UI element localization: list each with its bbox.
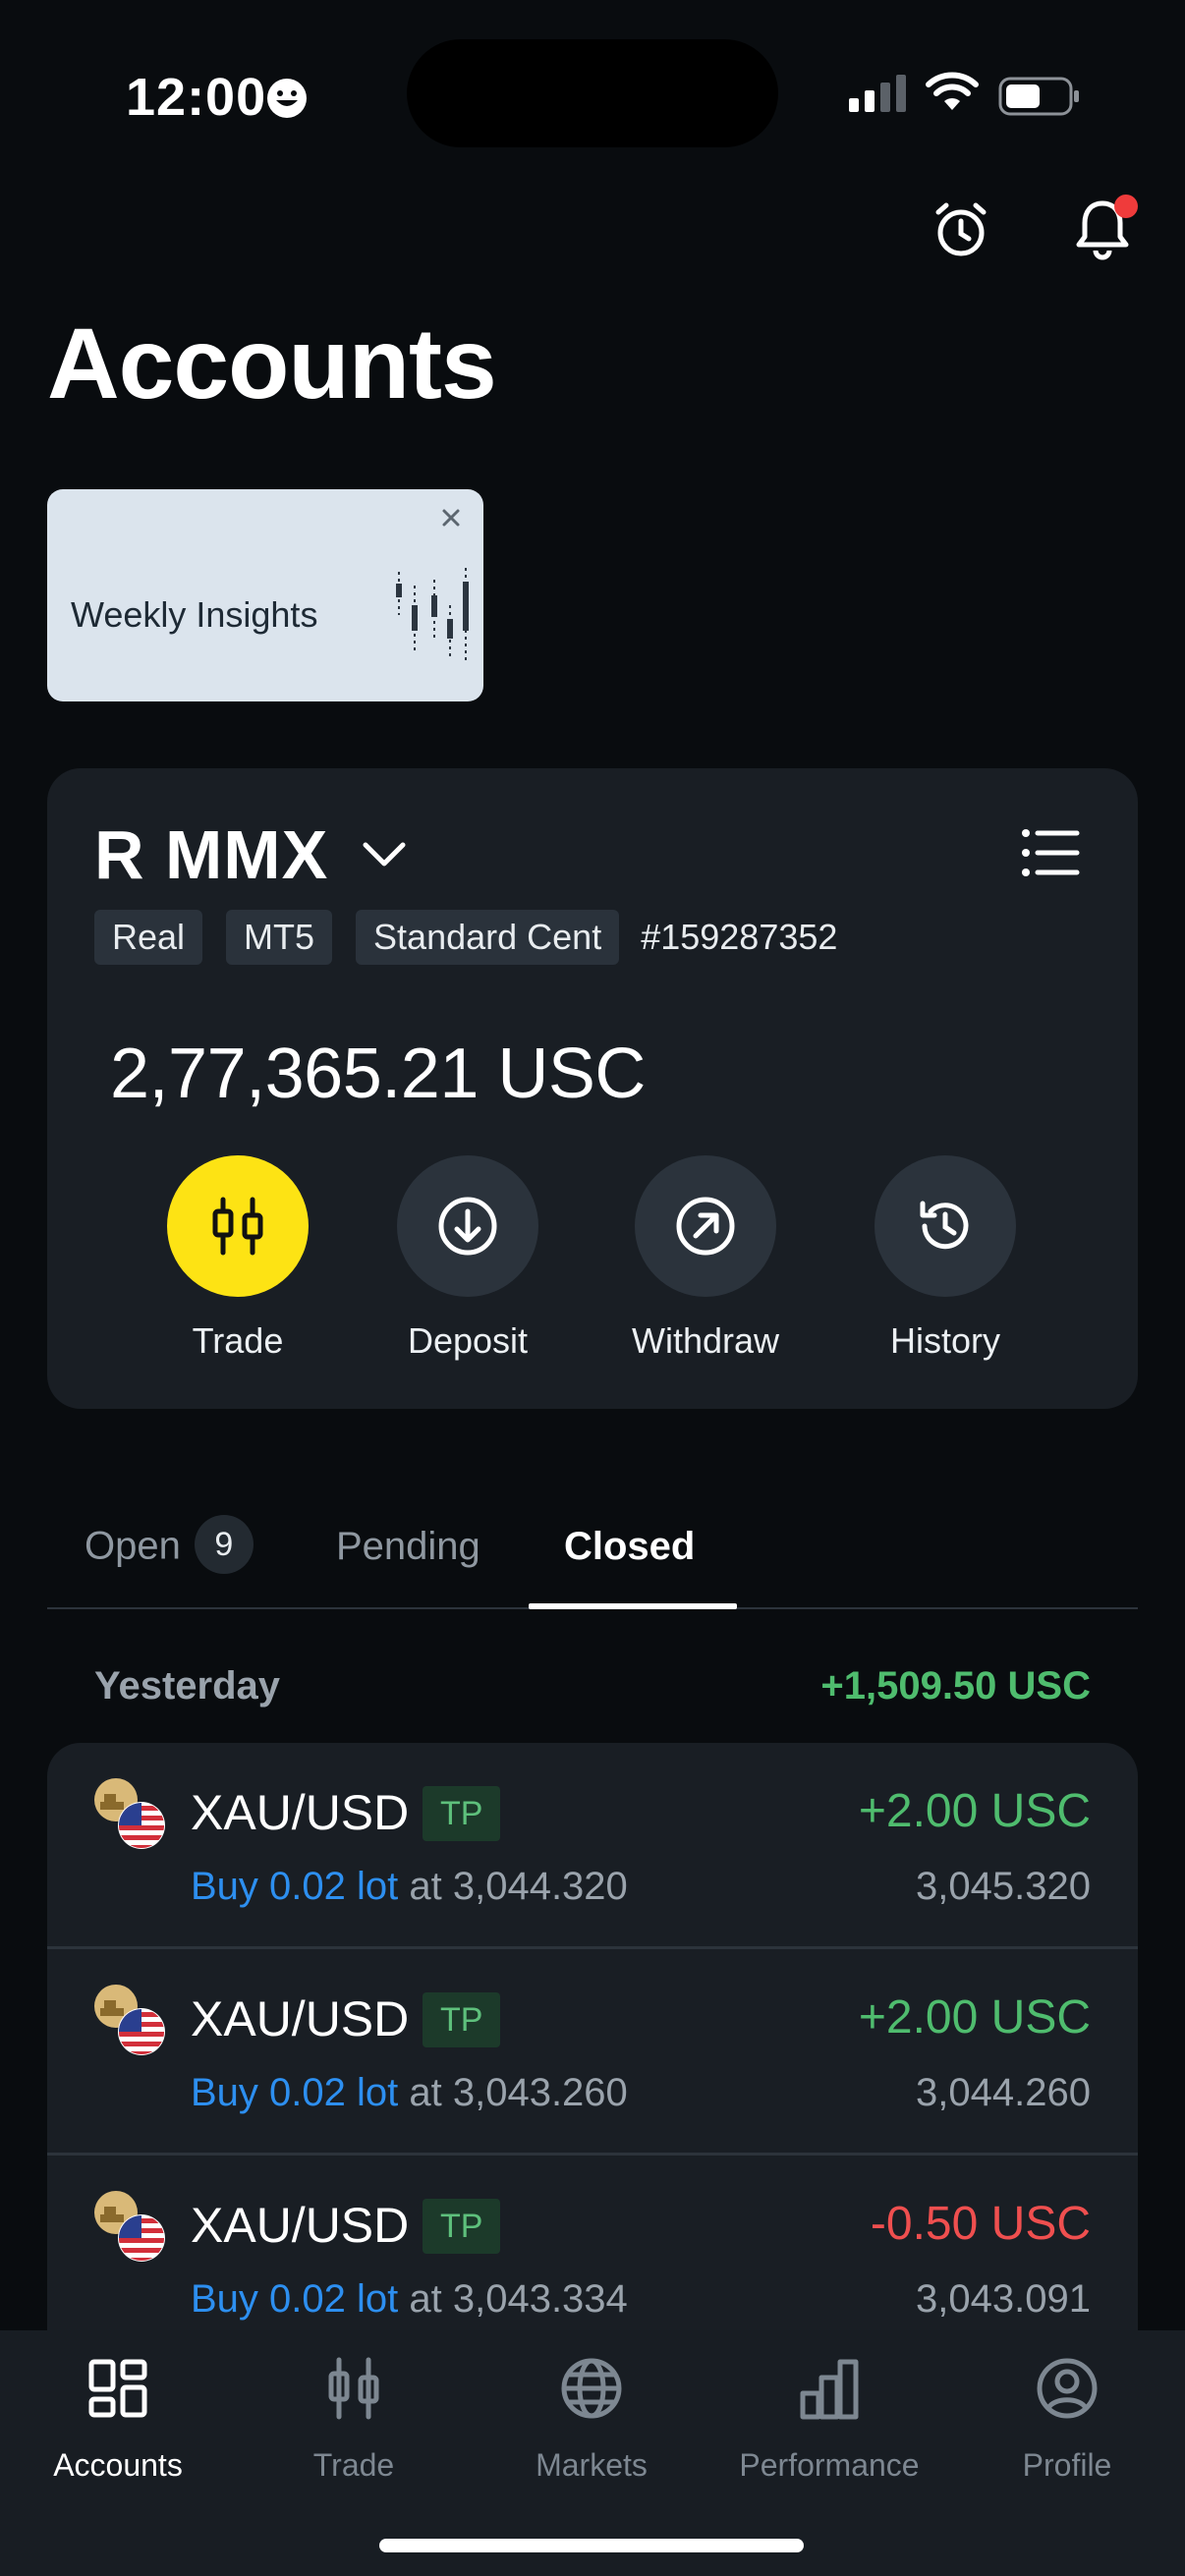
bar-chart-icon: [800, 2359, 859, 2420]
deposit-label: Deposit: [407, 1320, 529, 1361]
nav-profile-label: Profile: [1022, 2447, 1112, 2483]
home-indicator[interactable]: [379, 2539, 804, 2552]
weekly-insights-card[interactable]: Weekly Insights: [47, 489, 483, 701]
trade-open-price: at 3,044.320: [409, 1865, 628, 1908]
download-circle-icon: [438, 1197, 497, 1256]
trade-side: Buy 0.02 lot: [191, 2071, 399, 2114]
nav-accounts[interactable]: Accounts: [0, 2354, 236, 2484]
nav-markets[interactable]: Markets: [474, 2354, 709, 2484]
nav-accounts-label: Accounts: [53, 2447, 183, 2483]
chevron-down-icon[interactable]: [360, 835, 409, 874]
status-bar: 12:00: [0, 0, 1185, 187]
nav-trade-label: Trade: [312, 2447, 395, 2483]
tab-closed[interactable]: Closed: [564, 1525, 695, 1569]
trade-icon: [212, 1197, 263, 1256]
alarm-button[interactable]: [926, 195, 996, 265]
withdraw-button[interactable]: Withdraw: [597, 1155, 814, 1362]
trade-detail: Buy 0.02 lot at 3,044.320: [191, 1865, 628, 1909]
trade-close-price: 3,044.260: [916, 2071, 1091, 2114]
status-time: 12:00: [126, 68, 267, 127]
tp-badge: TP: [423, 1992, 501, 2047]
account-balance: 2,77,365.21 USC: [110, 1035, 646, 1113]
deposit-button[interactable]: Deposit: [360, 1155, 576, 1362]
trade-row[interactable]: XAU/USD TP +2.00 USC Buy 0.02 lot at 3,0…: [47, 1743, 1138, 1949]
account-type-tag: Real: [94, 910, 203, 965]
account-number: #159287352: [641, 917, 838, 957]
trade-detail: Buy 0.02 lot at 3,043.334: [191, 2277, 628, 2322]
trade-close-price: 3,043.091: [916, 2277, 1091, 2321]
weekly-insights-label: Weekly Insights: [71, 594, 318, 635]
cellular-signal-icon: [849, 75, 906, 112]
trade-loss: -0.50 USC: [870, 2198, 1091, 2250]
account-class-tag: Standard Cent: [356, 910, 620, 965]
gold-usd-pair-icon: [94, 1778, 165, 1849]
day-group-header: Yesterday +1,509.50 USC: [47, 1664, 1138, 1723]
page-title: Accounts: [47, 308, 497, 420]
trade-action-button[interactable]: Trade: [130, 1155, 346, 1362]
globe-icon: [561, 2358, 622, 2419]
wifi-icon: [926, 72, 979, 110]
alarm-clock-icon: [935, 202, 987, 256]
trade-side: Buy 0.02 lot: [191, 1865, 399, 1908]
trade-open-price: at 3,043.260: [409, 2071, 628, 2114]
trade-icon: [328, 2357, 379, 2420]
close-icon[interactable]: [436, 503, 466, 532]
history-button[interactable]: History: [837, 1155, 1053, 1362]
account-card: R MMX Real MT5 Standard Cent #159287352 …: [47, 768, 1138, 1409]
platform-tag: MT5: [226, 910, 333, 965]
tp-badge: TP: [423, 2199, 501, 2254]
trade-label: Trade: [192, 1320, 284, 1361]
dynamic-island: [407, 39, 778, 147]
trade-symbol: XAU/USD: [191, 2198, 410, 2253]
account-name[interactable]: R MMX: [94, 815, 328, 894]
history-label: History: [889, 1320, 1000, 1361]
day-label: Yesterday: [94, 1664, 281, 1708]
day-total: +1,509.50 USC: [820, 1664, 1091, 1708]
user-circle-icon: [1037, 2358, 1098, 2419]
trade-symbol: XAU/USD: [191, 1991, 410, 2046]
withdraw-label: Withdraw: [631, 1320, 780, 1361]
gold-usd-pair-icon: [94, 1985, 165, 2055]
trade-profit: +2.00 USC: [858, 1785, 1091, 1837]
closed-trades-list: XAU/USD TP +2.00 USC Buy 0.02 lot at 3,0…: [47, 1743, 1138, 2431]
nav-performance-label: Performance: [739, 2447, 920, 2483]
active-tab-indicator: [529, 1603, 737, 1609]
trade-symbol: XAU/USD: [191, 1785, 410, 1840]
dashboard-grid-icon: [88, 2359, 147, 2418]
arrow-up-right-circle-icon: [676, 1197, 735, 1256]
nav-markets-label: Markets: [536, 2447, 648, 2483]
tab-open[interactable]: Open 9: [85, 1515, 254, 1578]
battery-icon: [998, 77, 1079, 116]
tp-badge: TP: [423, 1786, 501, 1841]
positions-tabs: Open 9 Pending Closed: [47, 1493, 1138, 1609]
account-tags: Real MT5 Standard Cent #159287352: [94, 910, 837, 965]
candlestick-chart-icon: [396, 568, 469, 664]
trade-open-price: at 3,043.334: [409, 2277, 628, 2321]
gold-usd-pair-icon: [94, 2191, 165, 2262]
history-icon: [920, 1201, 969, 1250]
tab-pending[interactable]: Pending: [336, 1525, 480, 1569]
nav-profile[interactable]: Profile: [949, 2354, 1185, 2484]
trade-side: Buy 0.02 lot: [191, 2277, 399, 2321]
trade-profit: +2.00 USC: [858, 1991, 1091, 2044]
open-count-badge: 9: [194, 1515, 254, 1574]
list-menu-icon[interactable]: [1020, 825, 1081, 880]
notification-badge: [1114, 195, 1138, 218]
tab-open-label: Open: [85, 1524, 181, 1568]
trade-close-price: 3,045.320: [916, 1865, 1091, 1908]
nav-trade[interactable]: Trade: [236, 2354, 472, 2484]
trade-row[interactable]: XAU/USD TP +2.00 USC Buy 0.02 lot at 3,0…: [47, 1949, 1138, 2156]
trade-detail: Buy 0.02 lot at 3,043.260: [191, 2071, 628, 2115]
nav-performance[interactable]: Performance: [711, 2354, 947, 2484]
account-actions: Trade Deposit Withdraw History: [47, 1155, 1138, 1372]
smiley-icon: [267, 79, 307, 118]
